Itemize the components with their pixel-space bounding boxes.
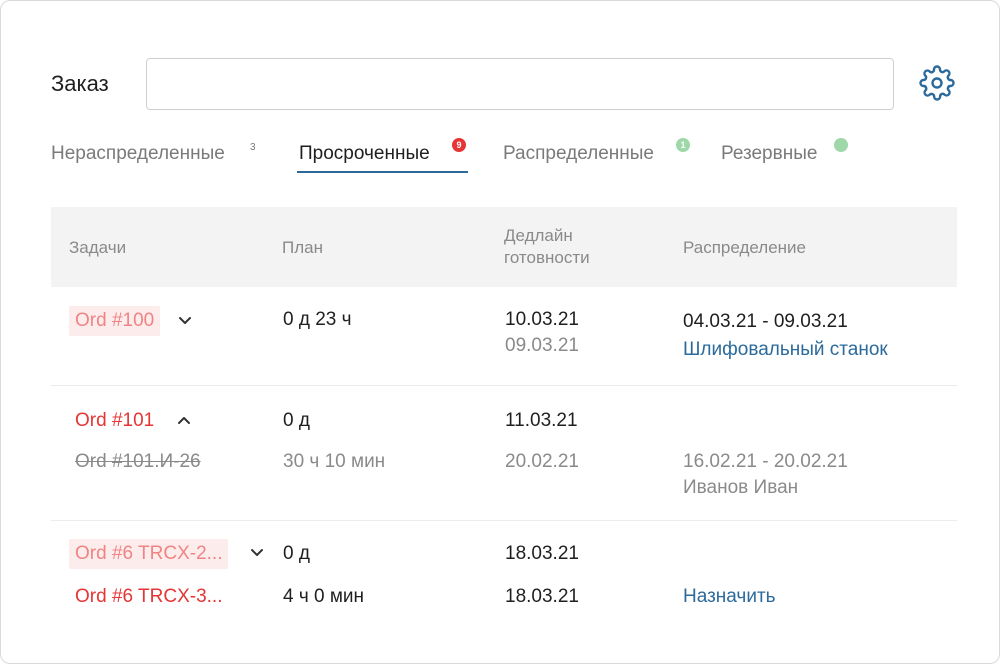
search-label: Заказ [51,71,109,96]
active-tab-indicator [297,171,468,173]
tab-label: Резервные [721,143,818,164]
order-link[interactable]: Ord #101 [75,410,154,432]
gear-icon[interactable] [919,65,955,101]
orders-panel: Заказ Нераспределенные 3 Просроченные 9 … [0,0,1000,664]
row-divider [51,385,957,386]
deadline-value: 11.03.21 [505,410,578,431]
search-input[interactable] [146,58,894,110]
chevron-down-icon[interactable] [177,314,193,326]
tab-label: Распределенные [503,143,654,164]
tab-overdue[interactable]: Просроченные [299,143,430,165]
column-header-plan: План [282,238,323,257]
count-badge: 1 [676,138,690,152]
column-header-deadline: Дедлайн готовности [504,225,590,269]
subtask-plan: 4 ч 0 мин [283,586,365,607]
subtask-plan: 30 ч 10 мин [283,451,386,472]
tab-assigned[interactable]: Распределенные [503,143,654,165]
distribution-dates: 04.03.21 - 09.03.21 [683,311,848,332]
subtask-name[interactable]: Ord #101.И-26 [75,451,201,473]
plan-value: 0 д [283,543,310,564]
chevron-down-icon[interactable] [249,546,265,558]
tab-label: Нераспределенные [51,143,225,164]
assign-link[interactable]: Назначить [683,586,776,608]
deadline-value: 10.03.21 [505,309,579,330]
row-divider [51,520,957,521]
order-link[interactable]: Ord #100 [69,306,161,336]
tab-reserve[interactable]: Резервные [721,143,817,165]
deadline-value: 18.03.21 [505,543,579,564]
tab-label: Просроченные [299,143,430,164]
chevron-up-icon[interactable] [176,413,192,425]
table-header: Задачи План Дедлайн готовности Распредел… [51,207,957,287]
column-header-tasks: Задачи [69,238,127,257]
count-badge: 9 [452,138,466,152]
status-dot [834,138,848,152]
tab-unassigned[interactable]: Нераспределенные [51,143,225,165]
column-header-deadline-line2: готовности [504,248,590,267]
distribution-dates: 16.02.21 - 20.02.21 [683,451,848,472]
subtask-deadline: 20.02.21 [505,451,579,472]
plan-value: 0 д [283,410,310,431]
subtask-name[interactable]: Ord #6 TRCX-3... [75,586,222,608]
machine-link[interactable]: Шлифовальный станок [683,339,888,361]
deadline-secondary: 09.03.21 [505,335,579,356]
assignee-name: Иванов Иван [683,477,799,498]
column-header-distribution: Распределение [683,238,806,257]
plan-value: 0 д 23 ч [283,309,352,330]
subtask-deadline: 18.03.21 [505,586,579,607]
tab-count: 3 [250,142,256,153]
column-header-deadline-line1: Дедлайн [504,226,573,245]
order-link[interactable]: Ord #6 TRCX-2... [69,539,229,569]
